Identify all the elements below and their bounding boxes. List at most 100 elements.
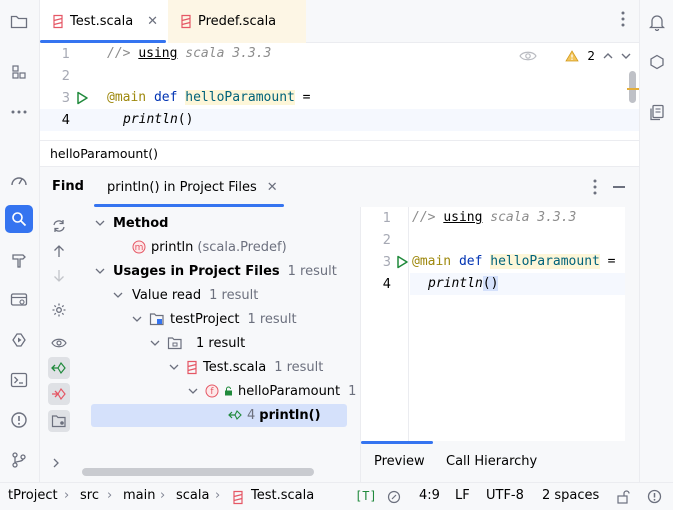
preview-eye-icon[interactable] — [48, 332, 70, 354]
active-preview-tab-indicator — [361, 441, 433, 444]
next-occurrence-arrow-down-icon[interactable] — [48, 265, 70, 287]
line-number: 1 — [61, 47, 70, 62]
status-crumb-src[interactable]: src — [80, 488, 99, 503]
chevron-down-icon[interactable] — [95, 220, 105, 226]
tree-horizontal-scrollbar[interactable] — [82, 468, 314, 476]
tool-window-title: Find — [52, 179, 84, 194]
chevron-down-icon[interactable] — [95, 268, 105, 274]
tree-node-package[interactable]: 1 result — [147, 332, 245, 354]
error-indicator-icon[interactable] — [647, 489, 662, 504]
tree-node-println-method[interactable]: m println (scala.Predef) — [132, 236, 287, 258]
problems-icon[interactable] — [5, 406, 33, 434]
function-icon: f — [205, 384, 219, 398]
tree-node-usage-line[interactable]: 4 println() — [228, 404, 321, 426]
tree-node-file[interactable]: Test.scala 1 result — [166, 356, 323, 378]
more-tools-icon[interactable] — [5, 98, 33, 126]
show-read-access-icon[interactable] — [48, 357, 70, 379]
chevron-down-icon[interactable] — [113, 292, 123, 298]
status-crumb-project[interactable]: tProject — [8, 488, 58, 503]
reader-mode-eye-icon[interactable] — [519, 50, 538, 62]
chevron-down-icon[interactable] — [188, 388, 198, 394]
type-mode-indicator[interactable]: [T] — [355, 489, 377, 503]
line-number: 2 — [61, 69, 70, 84]
line-separator[interactable]: LF — [455, 488, 470, 503]
tab-predef-scala[interactable]: Predef.scala — [168, 0, 306, 43]
warning-count: 2 — [587, 49, 595, 63]
code-line-4: println() — [123, 112, 194, 127]
services-icon[interactable] — [5, 286, 33, 314]
structure-icon[interactable] — [5, 58, 33, 86]
find-icon[interactable] — [5, 205, 33, 233]
chevron-down-icon[interactable] — [169, 364, 179, 370]
git-icon[interactable] — [5, 446, 33, 474]
inspection-widget[interactable]: 2 — [519, 49, 631, 63]
warning-icon — [565, 50, 580, 62]
find-toolbar — [40, 207, 80, 482]
find-tool-window-header: Find println() in Project Files ✕ — [40, 166, 639, 207]
close-tab-icon[interactable]: ✕ — [147, 14, 158, 29]
status-crumb-scala[interactable]: scala — [176, 488, 209, 503]
package-folder-icon — [167, 337, 182, 350]
minimize-icon[interactable] — [613, 186, 625, 188]
settings-gear-icon[interactable] — [48, 299, 70, 321]
indent-setting[interactable]: 2 spaces — [542, 488, 599, 503]
group-by-directory-icon[interactable] — [48, 410, 70, 432]
line-number: 1 — [382, 211, 391, 226]
tree-node-usages[interactable]: Usages in Project Files 1 result — [92, 260, 337, 282]
build-hammer-icon[interactable] — [5, 246, 33, 274]
usage-preview-editor[interactable]: 1 2 3 4 //> using scala 3.3.3 @main def … — [360, 207, 639, 441]
previous-occurrence-arrow-up-icon[interactable] — [48, 240, 70, 262]
chevron-down-icon[interactable] — [132, 316, 142, 322]
editor-breadcrumb[interactable]: helloParamount() — [40, 140, 639, 166]
preview-scrollbar-track[interactable] — [625, 207, 639, 441]
tab-options-kebab-icon[interactable] — [621, 11, 625, 27]
rerun-icon[interactable] — [48, 215, 70, 237]
close-find-tab-icon[interactable]: ✕ — [267, 180, 278, 195]
warning-stripe-marker[interactable] — [627, 88, 639, 90]
line-number: 3 — [61, 91, 70, 106]
next-highlight-icon[interactable] — [621, 52, 631, 60]
tree-node-method[interactable]: Method — [92, 212, 168, 234]
file-encoding[interactable]: UTF-8 — [486, 488, 524, 503]
code-editor[interactable]: 1 2 3 4 //> using scala 3.3.3 @main def … — [40, 43, 639, 140]
usages-tree[interactable]: Method m println (scala.Predef) Usages in… — [80, 207, 360, 482]
lock-open-icon[interactable] — [616, 490, 630, 504]
tab-preview[interactable]: Preview — [374, 454, 425, 469]
tab-test-scala[interactable]: Test.scala ✕ — [40, 0, 168, 43]
database-copy-icon[interactable] — [645, 101, 669, 125]
chevron-down-icon[interactable] — [150, 340, 160, 346]
project-folder-icon[interactable] — [5, 8, 33, 36]
find-results-tab[interactable]: println() in Project Files ✕ — [94, 167, 284, 208]
breadcrumb-item[interactable]: helloParamount() — [50, 146, 158, 161]
scala-file-icon — [232, 490, 244, 505]
dashboard-icon[interactable] — [5, 166, 33, 194]
run-gutter-icon[interactable] — [76, 91, 88, 105]
tree-node-value-read[interactable]: Value read 1 result — [110, 284, 258, 306]
notifications-bell-icon[interactable] — [645, 10, 669, 34]
crumb-separator-icon: › — [215, 488, 221, 503]
status-crumb-main[interactable]: main — [123, 488, 155, 503]
ai-assistant-icon[interactable] — [645, 50, 669, 74]
power-save-icon[interactable] — [387, 490, 401, 504]
previous-highlight-icon[interactable] — [603, 52, 613, 60]
crumb-separator-icon: › — [160, 488, 166, 503]
preview-line-4: println() — [428, 276, 499, 291]
caret-position[interactable]: 4:9 — [419, 488, 440, 503]
run-gutter-icon[interactable] — [396, 255, 408, 269]
find-options-kebab-icon[interactable] — [593, 179, 597, 195]
editor-scrollbar[interactable] — [629, 71, 636, 103]
expand-toolbar-chevron-icon[interactable] — [52, 458, 60, 468]
status-bar: tProject › src › main › scala › Test.sca… — [0, 482, 673, 510]
scala-file-icon — [53, 14, 63, 29]
crumb-separator-icon: › — [107, 488, 113, 503]
tree-node-project[interactable]: testProject 1 result — [129, 308, 297, 330]
terminal-icon[interactable] — [5, 366, 33, 394]
tree-node-function[interactable]: f helloParamount 1 — [185, 380, 356, 402]
public-lock-icon — [225, 386, 232, 396]
show-write-access-icon[interactable] — [48, 383, 70, 405]
tab-call-hierarchy[interactable]: Call Hierarchy — [446, 454, 537, 469]
run-icon[interactable] — [5, 326, 33, 354]
preview-tab-bar: Preview Call Hierarchy — [360, 441, 639, 482]
svg-text:m: m — [135, 243, 144, 253]
status-crumb-file[interactable]: Test.scala — [251, 488, 314, 503]
